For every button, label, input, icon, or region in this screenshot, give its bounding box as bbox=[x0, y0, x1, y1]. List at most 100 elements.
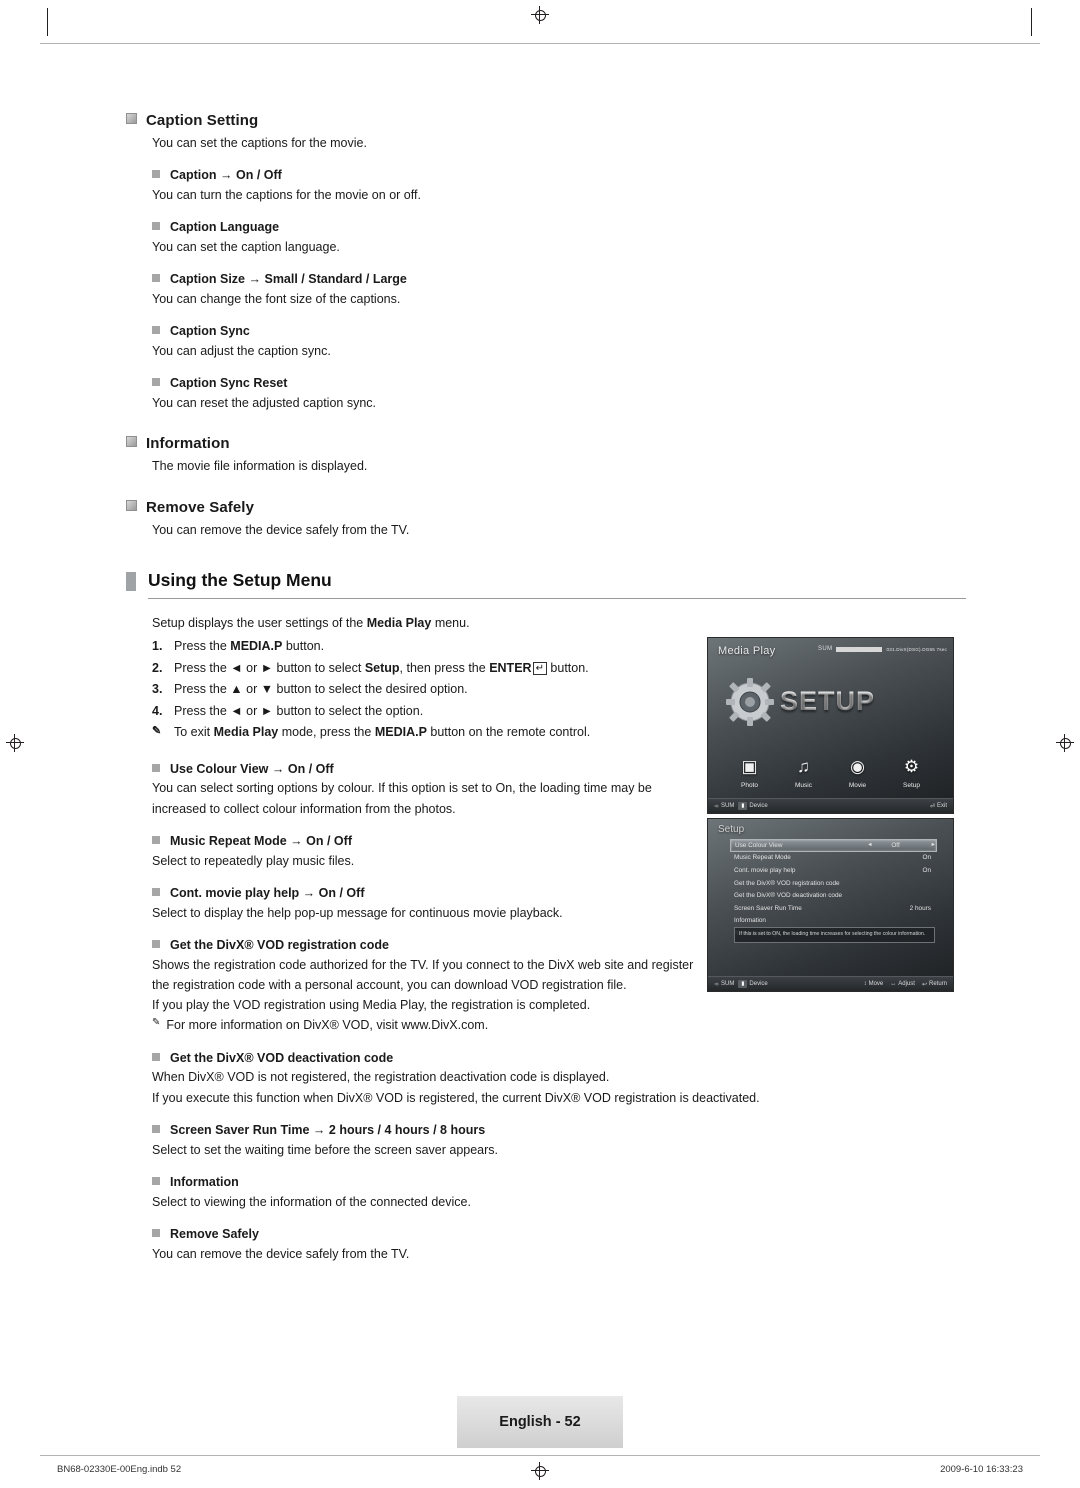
tv-key-sum[interactable]: ➾ SUM bbox=[714, 981, 734, 988]
option-information-title: Information bbox=[152, 1173, 681, 1192]
option-music-repeat-mode-title: Music Repeat Mode → On / Off bbox=[152, 832, 681, 851]
tv-icon-photo[interactable]: ▣ Photo bbox=[733, 754, 767, 789]
square-bullet-icon bbox=[152, 1124, 160, 1133]
tv-menu-row-information[interactable]: Information bbox=[730, 915, 937, 928]
setup-step-1: 1. Press the MEDIA.P button. bbox=[152, 639, 325, 653]
setup-step-4: 4. Press the ◄ or ► button to select the… bbox=[152, 703, 424, 718]
information-intro: The movie file information is displayed. bbox=[152, 459, 368, 474]
tv-filename: 031.DivX(DSG).DG65 7sec bbox=[886, 646, 947, 652]
tv-icon-photo-label: Photo bbox=[741, 782, 758, 789]
setup-text-column: Setup displays the user settings of the … bbox=[126, 613, 760, 1264]
option-screen-saver-run-time-desc: Select to set the waiting time before th… bbox=[152, 1142, 499, 1157]
tv-bottom-bar: ➾ SUM ▮ Device ↕ Move ↔ Adjust ↩ Return bbox=[708, 976, 953, 991]
option-use-colour-view-desc: You can select sorting options by colour… bbox=[152, 781, 652, 816]
photo-icon: ▣ bbox=[741, 757, 758, 776]
tv-key-adjust[interactable]: ↔ Adjust bbox=[890, 981, 915, 987]
tv-menu-row-screen-saver-run-time[interactable]: Screen Saver Run Time 2 hours bbox=[730, 902, 937, 915]
screenshot-media-play-setup: Media Play SUM 031.DivX(DSG).DG65 7sec S… bbox=[707, 637, 954, 814]
caption-setting-intro: You can set the captions for the movie. bbox=[152, 136, 367, 150]
option-divx-vod-registration-note: ✎ For more information on DivX® VOD, vis… bbox=[152, 1015, 697, 1035]
note-icon: ✎ bbox=[152, 725, 162, 737]
remove-safely-intro: You can remove the device safely from th… bbox=[152, 522, 410, 537]
registration-mark-left bbox=[6, 734, 24, 752]
option-screen-saver-run-time: Screen Saver Run Time → 2 hours / 4 hour… bbox=[126, 1121, 681, 1160]
item-caption-language-title: Caption Language bbox=[152, 218, 966, 237]
tv-icon-movie-label: Movie bbox=[848, 782, 867, 789]
section-header-using-setup-menu: Using the Setup Menu bbox=[126, 570, 966, 599]
item-caption-sync-reset-title: Caption Sync Reset bbox=[152, 374, 966, 393]
option-screen-saver-run-time-title: Screen Saver Run Time → 2 hours / 4 hour… bbox=[152, 1121, 681, 1140]
item-caption-language-desc: You can set the caption language. bbox=[152, 240, 340, 254]
item-caption-size: Caption Size → Small / Standard / Large … bbox=[126, 270, 966, 309]
tv-menu-row-cont-movie-play-help[interactable]: Cont. movie play help On bbox=[730, 864, 937, 877]
heading-bullet-icon bbox=[126, 113, 137, 124]
top-rule bbox=[40, 43, 1040, 44]
chevron-right-icon[interactable]: ► bbox=[931, 842, 936, 848]
footer-timestamp: 2009-6-10 16:33:23 bbox=[940, 1464, 1023, 1475]
item-caption-desc: You can turn the captions for the movie … bbox=[152, 188, 421, 202]
tv-icon-movie[interactable]: ◉ Movie bbox=[841, 754, 875, 789]
option-music-repeat-mode-desc: Select to repeatedly play music files. bbox=[152, 853, 355, 868]
tv-key-return[interactable]: ↩ Return bbox=[922, 981, 947, 988]
option-divx-vod-deactivation-desc2: If you execute this function when DivX® … bbox=[152, 1090, 760, 1105]
square-bullet-icon bbox=[152, 1228, 160, 1237]
tv-menu-row-divx-deactivation[interactable]: Get the DivX® VOD deactivation code bbox=[730, 889, 937, 902]
tv-key-move[interactable]: ↕ Move bbox=[864, 981, 884, 987]
square-bullet-icon bbox=[152, 378, 160, 387]
footer-filename: BN68-02330E-00Eng.indb 52 bbox=[57, 1464, 182, 1475]
option-divx-vod-registration-title: Get the DivX® VOD registration code bbox=[152, 936, 681, 955]
option-divx-vod-deactivation-title: Get the DivX® VOD deactivation code bbox=[152, 1049, 681, 1068]
tv-icon-row: ▣ Photo ♫ Music ◉ Movie ⚙ Setup bbox=[708, 754, 953, 789]
option-cont-movie-play-help-desc: Select to display the help pop-up messag… bbox=[152, 905, 563, 920]
item-caption-language: Caption Language You can set the caption… bbox=[126, 218, 966, 257]
setup-options-list: Use Colour View → On / Off You can selec… bbox=[126, 760, 760, 1264]
screenshot-setup-menu: Setup Use Colour View ◄ Off ► Music Repe… bbox=[707, 818, 954, 992]
tv-icon-setup[interactable]: ⚙ Setup bbox=[895, 754, 929, 789]
tv-menu-row-divx-registration[interactable]: Get the DivX® VOD registration code bbox=[730, 877, 937, 890]
heading-caption-setting: Caption Setting bbox=[126, 112, 966, 129]
option-divx-vod-registration: Get the DivX® VOD registration code Show… bbox=[126, 936, 693, 1036]
item-caption-sync-desc: You can adjust the caption sync. bbox=[152, 344, 331, 358]
tv-setup-logo: SETUP bbox=[780, 686, 876, 716]
setup-step-3: 3. Press the ▲ or ▼ button to select the… bbox=[152, 682, 468, 696]
heading-remove-safely: Remove Safely bbox=[126, 499, 966, 516]
option-cont-movie-play-help-title: Cont. movie play help → On / Off bbox=[152, 884, 681, 903]
tv-menu-row-use-colour-view[interactable]: Use Colour View ◄ Off ► bbox=[730, 839, 937, 852]
option-remove-safely-title: Remove Safely bbox=[152, 1225, 681, 1244]
tv-icon-music[interactable]: ♫ Music bbox=[787, 754, 821, 789]
registration-mark-right bbox=[1056, 734, 1074, 752]
heading-information: Information bbox=[126, 435, 966, 452]
option-divx-vod-deactivation: Get the DivX® VOD deactivation code When… bbox=[126, 1049, 760, 1108]
enter-key-icon: ↵ bbox=[532, 661, 547, 675]
tv-key-sum[interactable]: ➾ SUM bbox=[714, 803, 734, 810]
tv-key-exit[interactable]: ⏎ Exit bbox=[930, 803, 947, 810]
tv-bottom-right: ↕ Move ↔ Adjust ↩ Return bbox=[864, 981, 947, 988]
tv-title-media-play: Media Play bbox=[718, 645, 776, 657]
square-bullet-icon bbox=[152, 835, 160, 844]
square-bullet-icon bbox=[152, 887, 160, 896]
tv-menu-row-music-repeat-mode[interactable]: Music Repeat Mode On bbox=[730, 852, 937, 865]
setup-steps-list: 1. Press the MEDIA.P button. 2. Press th… bbox=[152, 636, 681, 744]
heading-bullet-icon bbox=[126, 436, 137, 448]
option-divx-vod-deactivation-desc: When DivX® VOD is not registered, the re… bbox=[152, 1070, 610, 1085]
movie-reel-icon: ◉ bbox=[850, 757, 865, 776]
tv-key-device[interactable]: ▮ Device bbox=[738, 980, 768, 988]
option-cont-movie-play-help: Cont. movie play help → On / Off Select … bbox=[126, 884, 681, 923]
section-accent-bar bbox=[126, 571, 136, 591]
square-bullet-icon bbox=[152, 170, 160, 179]
registration-mark-top bbox=[531, 6, 549, 24]
option-remove-safely: Remove Safely You can remove the device … bbox=[126, 1225, 681, 1264]
square-bullet-icon bbox=[152, 326, 160, 335]
square-bullet-icon bbox=[152, 1052, 160, 1061]
option-use-colour-view: Use Colour View → On / Off You can selec… bbox=[126, 760, 681, 819]
crop-mark-top-left bbox=[47, 8, 48, 36]
gear-icon: ⚙ bbox=[903, 757, 920, 776]
tv-bottom-left: ➾ SUM ▮ Device bbox=[714, 980, 768, 988]
section-information: Information The movie file information i… bbox=[126, 435, 966, 476]
item-caption: Caption → On / Off You can turn the capt… bbox=[126, 166, 966, 205]
option-divx-vod-registration-desc: Shows the registration code authorized f… bbox=[152, 957, 694, 992]
setup-step-2: 2. Press the ◄ or ► button to select Set… bbox=[152, 660, 589, 675]
item-caption-sync-reset-desc: You can reset the adjusted caption sync. bbox=[152, 396, 376, 410]
item-caption-sync-reset: Caption Sync Reset You can reset the adj… bbox=[126, 374, 966, 413]
tv-key-device[interactable]: ▮ Device bbox=[738, 802, 768, 810]
